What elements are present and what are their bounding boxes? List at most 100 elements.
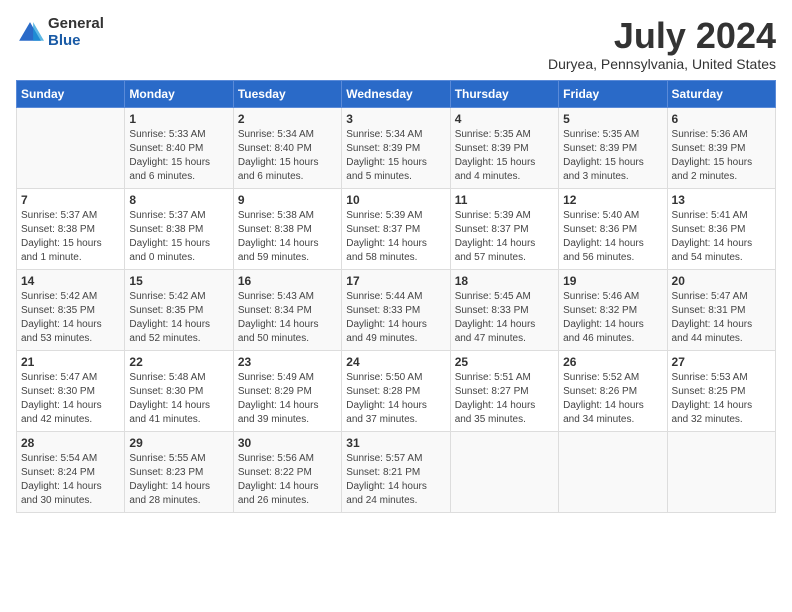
header-monday: Monday	[125, 80, 233, 107]
day-number: 18	[455, 274, 554, 288]
logo-general: General	[48, 16, 104, 33]
day-number: 1	[129, 112, 228, 126]
calendar-cell: 6Sunrise: 5:36 AMSunset: 8:39 PMDaylight…	[667, 107, 775, 188]
page-header: General Blue July 2024 Duryea, Pennsylva…	[16, 16, 776, 72]
calendar-cell: 12Sunrise: 5:40 AMSunset: 8:36 PMDayligh…	[559, 188, 667, 269]
day-number: 19	[563, 274, 662, 288]
day-info: Sunrise: 5:37 AMSunset: 8:38 PMDaylight:…	[129, 209, 228, 265]
day-info: Sunrise: 5:47 AMSunset: 8:31 PMDaylight:…	[672, 290, 771, 346]
calendar-cell: 15 Sunrise: 5:42 AMSunset: 8:35 PMDayligh…	[125, 269, 233, 350]
day-number: 24	[346, 355, 445, 369]
logo-icon	[16, 19, 44, 47]
calendar-cell: 2Sunrise: 5:34 AMSunset: 8:40 PMDaylight…	[233, 107, 341, 188]
calendar-cell: 9 Sunrise: 5:38 AMSunset: 8:38 PMDaylight…	[233, 188, 341, 269]
week-row-1: 1 Sunrise: 5:33 AMSunset: 8:40 PMDaylight…	[17, 107, 776, 188]
day-number: 16	[238, 274, 337, 288]
calendar-cell: 8 Sunrise: 5:37 AMSunset: 8:38 PMDaylight…	[125, 188, 233, 269]
day-number: 27	[672, 355, 771, 369]
day-number: 8	[129, 193, 228, 207]
calendar-cell: 21 Sunrise: 5:47 AMSunset: 8:30 PMDayligh…	[17, 350, 125, 431]
header-friday: Friday	[559, 80, 667, 107]
day-number: 7	[21, 193, 120, 207]
calendar-cell: 4Sunrise: 5:35 AMSunset: 8:39 PMDaylight…	[450, 107, 558, 188]
day-info: Sunrise: 5:42 AMSunset: 8:35 PMDaylight:…	[21, 290, 120, 346]
day-number: 28	[21, 436, 120, 450]
header-tuesday: Tuesday	[233, 80, 341, 107]
calendar-cell: 7 Sunrise: 5:37 AMSunset: 8:38 PMDaylight…	[17, 188, 125, 269]
calendar-cell	[667, 431, 775, 512]
day-info: Sunrise: 5:41 AMSunset: 8:36 PMDaylight:…	[672, 209, 771, 265]
calendar-cell: 26 Sunrise: 5:52 AMSunset: 8:26 PMDayligh…	[559, 350, 667, 431]
calendar-header-row: SundayMondayTuesdayWednesdayThursdayFrid…	[17, 80, 776, 107]
day-info: Sunrise: 5:51 AMSunset: 8:27 PMDaylight:…	[455, 371, 554, 427]
day-info: Sunrise: 5:37 AMSunset: 8:38 PMDaylight:…	[21, 209, 120, 265]
day-number: 3	[346, 112, 445, 126]
calendar-cell: 22 Sunrise: 5:48 AMSunset: 8:30 PMDayligh…	[125, 350, 233, 431]
day-info: Sunrise: 5:47 AMSunset: 8:30 PMDaylight:…	[21, 371, 120, 427]
day-number: 4	[455, 112, 554, 126]
calendar-cell: 17 Sunrise: 5:44 AMSunset: 8:33 PMDayligh…	[342, 269, 450, 350]
calendar-cell: 18 Sunrise: 5:45 AMSunset: 8:33 PMDayligh…	[450, 269, 558, 350]
calendar-cell: 31 Sunrise: 5:57 AMSunset: 8:21 PMDayligh…	[342, 431, 450, 512]
day-info: Sunrise: 5:57 AMSunset: 8:21 PMDaylight:…	[346, 452, 445, 508]
day-info: Sunrise: 5:48 AMSunset: 8:30 PMDaylight:…	[129, 371, 228, 427]
day-info: Sunrise: 5:35 AMSunset: 8:39 PMDaylight:…	[563, 128, 662, 184]
day-info: Sunrise: 5:53 AMSunset: 8:25 PMDaylight:…	[672, 371, 771, 427]
calendar-cell: 20 Sunrise: 5:47 AMSunset: 8:31 PMDayligh…	[667, 269, 775, 350]
calendar-cell: 25 Sunrise: 5:51 AMSunset: 8:27 PMDayligh…	[450, 350, 558, 431]
day-number: 30	[238, 436, 337, 450]
day-info: Sunrise: 5:43 AMSunset: 8:34 PMDaylight:…	[238, 290, 337, 346]
month-title: July 2024	[548, 16, 776, 56]
day-info: Sunrise: 5:38 AMSunset: 8:38 PMDaylight:…	[238, 209, 337, 265]
day-number: 20	[672, 274, 771, 288]
day-number: 31	[346, 436, 445, 450]
calendar-cell: 10 Sunrise: 5:39 AMSunset: 8:37 PMDayligh…	[342, 188, 450, 269]
day-number: 12	[563, 193, 662, 207]
calendar-cell: 19Sunrise: 5:46 AMSunset: 8:32 PMDayligh…	[559, 269, 667, 350]
header-sunday: Sunday	[17, 80, 125, 107]
day-number: 29	[129, 436, 228, 450]
header-saturday: Saturday	[667, 80, 775, 107]
calendar-cell	[17, 107, 125, 188]
calendar-cell: 11 Sunrise: 5:39 AMSunset: 8:37 PMDayligh…	[450, 188, 558, 269]
header-thursday: Thursday	[450, 80, 558, 107]
day-info: Sunrise: 5:42 AMSunset: 8:35 PMDaylight:…	[129, 290, 228, 346]
day-info: Sunrise: 5:54 AMSunset: 8:24 PMDaylight:…	[21, 452, 120, 508]
day-info: Sunrise: 5:33 AMSunset: 8:40 PMDaylight:…	[129, 128, 228, 184]
day-info: Sunrise: 5:55 AMSunset: 8:23 PMDaylight:…	[129, 452, 228, 508]
day-number: 26	[563, 355, 662, 369]
day-number: 21	[21, 355, 120, 369]
day-info: Sunrise: 5:34 AMSunset: 8:40 PMDaylight:…	[238, 128, 337, 184]
day-info: Sunrise: 5:39 AMSunset: 8:37 PMDaylight:…	[346, 209, 445, 265]
header-wednesday: Wednesday	[342, 80, 450, 107]
day-number: 25	[455, 355, 554, 369]
day-number: 17	[346, 274, 445, 288]
day-info: Sunrise: 5:39 AMSunset: 8:37 PMDaylight:…	[455, 209, 554, 265]
day-info: Sunrise: 5:34 AMSunset: 8:39 PMDaylight:…	[346, 128, 445, 184]
day-number: 11	[455, 193, 554, 207]
calendar-cell: 24 Sunrise: 5:50 AMSunset: 8:28 PMDayligh…	[342, 350, 450, 431]
day-number: 23	[238, 355, 337, 369]
calendar-cell: 27 Sunrise: 5:53 AMSunset: 8:25 PMDayligh…	[667, 350, 775, 431]
week-row-2: 7 Sunrise: 5:37 AMSunset: 8:38 PMDaylight…	[17, 188, 776, 269]
day-info: Sunrise: 5:50 AMSunset: 8:28 PMDaylight:…	[346, 371, 445, 427]
calendar-cell: 30 Sunrise: 5:56 AMSunset: 8:22 PMDayligh…	[233, 431, 341, 512]
day-number: 14	[21, 274, 120, 288]
day-info: Sunrise: 5:49 AMSunset: 8:29 PMDaylight:…	[238, 371, 337, 427]
calendar-cell: 13Sunrise: 5:41 AMSunset: 8:36 PMDayligh…	[667, 188, 775, 269]
logo-text: General Blue	[48, 16, 104, 49]
calendar-cell: 28 Sunrise: 5:54 AMSunset: 8:24 PMDayligh…	[17, 431, 125, 512]
day-number: 15	[129, 274, 228, 288]
calendar-table: SundayMondayTuesdayWednesdayThursdayFrid…	[16, 80, 776, 513]
day-info: Sunrise: 5:52 AMSunset: 8:26 PMDaylight:…	[563, 371, 662, 427]
calendar-cell	[450, 431, 558, 512]
day-number: 9	[238, 193, 337, 207]
day-number: 22	[129, 355, 228, 369]
calendar-cell: 14 Sunrise: 5:42 AMSunset: 8:35 PMDayligh…	[17, 269, 125, 350]
day-number: 10	[346, 193, 445, 207]
day-info: Sunrise: 5:36 AMSunset: 8:39 PMDaylight:…	[672, 128, 771, 184]
day-info: Sunrise: 5:45 AMSunset: 8:33 PMDaylight:…	[455, 290, 554, 346]
calendar-cell: 3 Sunrise: 5:34 AMSunset: 8:39 PMDaylight…	[342, 107, 450, 188]
day-info: Sunrise: 5:56 AMSunset: 8:22 PMDaylight:…	[238, 452, 337, 508]
day-info: Sunrise: 5:44 AMSunset: 8:33 PMDaylight:…	[346, 290, 445, 346]
